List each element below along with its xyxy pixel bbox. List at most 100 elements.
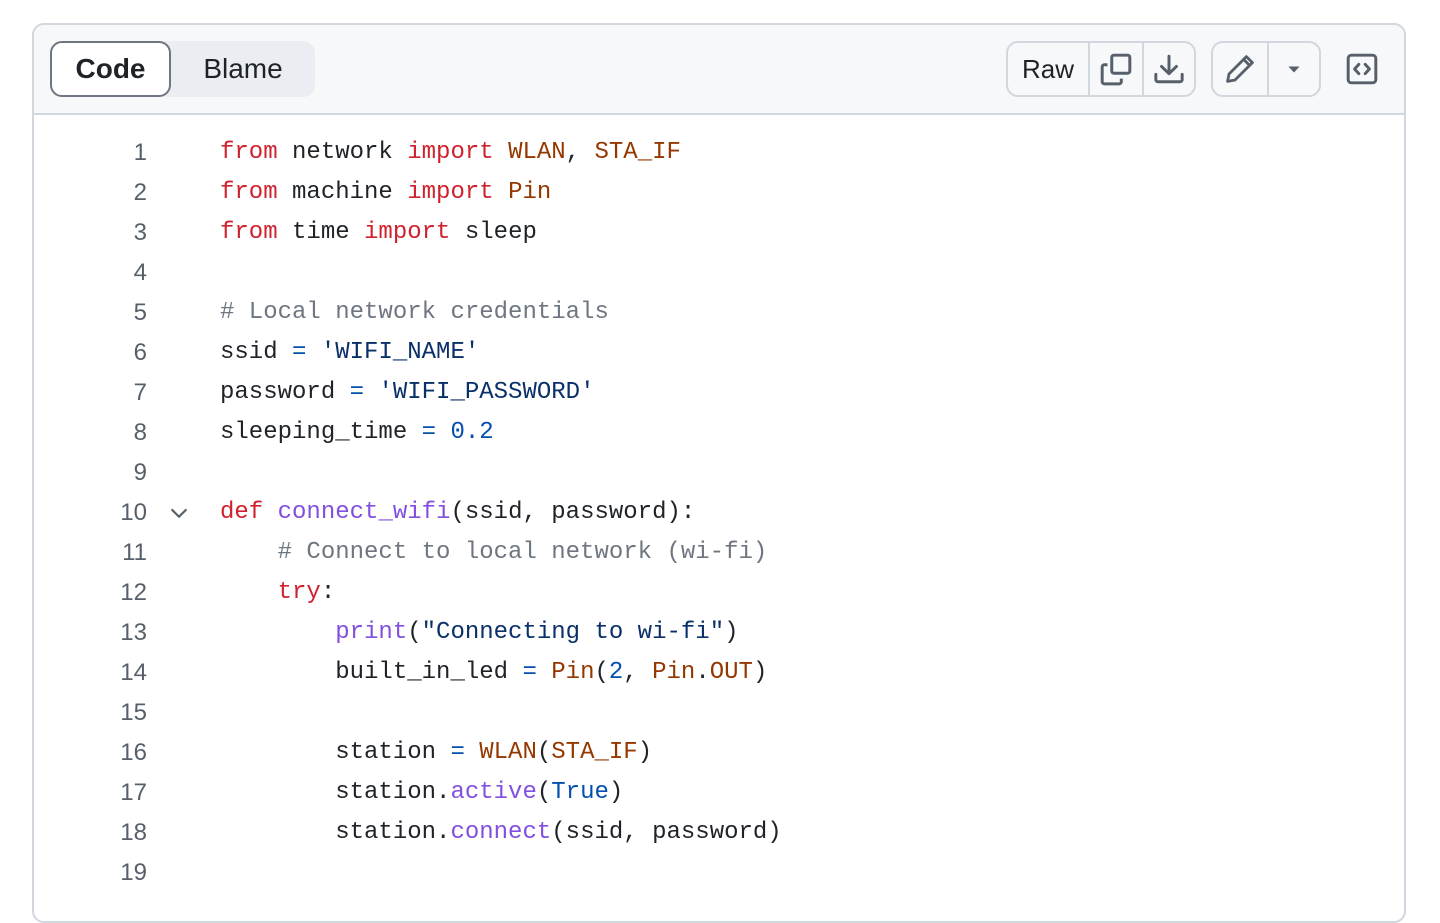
line-number[interactable]: 10 — [34, 493, 147, 533]
code-token: : — [320, 579, 336, 606]
line-number[interactable]: 6 — [34, 333, 147, 373]
code-token: 'WIFI_PASSWORD' — [378, 379, 595, 406]
tab-blame[interactable]: Blame — [171, 41, 315, 97]
line-number[interactable]: 18 — [34, 813, 147, 853]
code-token: , — [623, 659, 653, 686]
line-number[interactable]: 4 — [34, 253, 147, 293]
line-number[interactable]: 2 — [34, 173, 147, 213]
line-number[interactable]: 5 — [34, 293, 147, 333]
code-token: 0.2 — [450, 419, 494, 446]
code-token: = — [522, 659, 537, 686]
code-token: time — [277, 219, 365, 246]
line-number[interactable]: 19 — [34, 853, 147, 893]
code-token: STA_IF — [551, 739, 638, 766]
code-token: 2 — [608, 659, 624, 686]
code-line: 9 — [34, 453, 1404, 493]
code-line: 6 ssid = 'WIFI_NAME' — [34, 333, 1404, 373]
code-token: password — [220, 379, 350, 406]
code-line: 18 station.connect(ssid, password) — [34, 813, 1404, 853]
code-line: 10 def connect_wifi(ssid, password): — [34, 493, 1404, 533]
code-token: ) — [752, 659, 768, 686]
line-number[interactable]: 12 — [34, 573, 147, 613]
line-number[interactable]: 8 — [34, 413, 147, 453]
chevron-down-icon[interactable] — [167, 501, 191, 525]
code-token: import — [407, 139, 494, 166]
line-number[interactable]: 3 — [34, 213, 147, 253]
edit-button[interactable] — [1213, 43, 1267, 95]
code-token: = — [421, 419, 437, 446]
code-line: 2 from machine import Pin — [34, 173, 1404, 213]
code-token: ) — [608, 779, 624, 806]
code-token: connect_wifi — [277, 499, 451, 526]
line-number[interactable]: 15 — [34, 693, 147, 733]
code-text: # Local network credentials — [220, 293, 609, 333]
line-number[interactable]: 14 — [34, 653, 147, 693]
code-line: 1 from network import WLAN, STA_IF — [34, 133, 1404, 173]
code-token: "Connecting to wi-fi" — [421, 619, 725, 646]
tab-code[interactable]: Code — [50, 41, 171, 97]
symbols-panel-button[interactable] — [1336, 41, 1388, 97]
line-number[interactable]: 17 — [34, 773, 147, 813]
code-token: ( — [536, 739, 552, 766]
triangle-down-icon — [1284, 59, 1304, 79]
line-number[interactable]: 1 — [34, 133, 147, 173]
code-line: 5 # Local network credentials — [34, 293, 1404, 333]
code-token: network — [277, 139, 408, 166]
line-number[interactable]: 9 — [34, 453, 147, 493]
code-line: 3 from time import sleep — [34, 213, 1404, 253]
code-line: 14 built_in_led = Pin(2, Pin.OUT) — [34, 653, 1404, 693]
code-token: ( — [407, 619, 422, 646]
file-actions-group: Raw — [1006, 41, 1196, 97]
code-line: 15 — [34, 693, 1404, 733]
code-token: True — [551, 779, 609, 806]
line-number[interactable]: 11 — [34, 533, 147, 573]
edit-dropdown-button[interactable] — [1267, 43, 1319, 95]
code-text: from machine import Pin — [220, 173, 551, 213]
code-text: built_in_led = Pin(2, Pin.OUT) — [220, 653, 767, 693]
download-button[interactable] — [1142, 43, 1194, 95]
code-token: print — [335, 619, 408, 646]
code-line: 12 try: — [34, 573, 1404, 613]
code-token: station — [220, 739, 451, 766]
code-line: 13 print("Connecting to wi-fi") — [34, 613, 1404, 653]
pencil-icon — [1224, 53, 1256, 85]
code-token: Pin — [508, 179, 552, 206]
code-text: from time import sleep — [220, 213, 537, 253]
code-token: station. — [220, 819, 451, 846]
code-token: WLAN — [479, 739, 537, 766]
code-line: 17 station.active(True) — [34, 773, 1404, 813]
code-token: try — [277, 579, 321, 606]
code-token: from — [220, 139, 278, 166]
code-token: Pin — [551, 659, 595, 686]
code-token: from — [220, 179, 278, 206]
download-icon — [1152, 52, 1186, 86]
code-token: # Local network credentials — [220, 299, 609, 326]
raw-button[interactable]: Raw — [1008, 43, 1088, 95]
code-token: ssid — [220, 339, 293, 366]
code-token: # Connect to local network (wi-fi) — [277, 539, 768, 566]
code-line: 4 — [34, 253, 1404, 293]
edit-actions-group — [1211, 41, 1321, 97]
code-token: OUT — [709, 659, 753, 686]
code-text: ssid = 'WIFI_NAME' — [220, 333, 479, 373]
code-token: ) — [724, 619, 739, 646]
code-token: station. — [220, 779, 451, 806]
code-token: def — [220, 499, 264, 526]
line-number[interactable]: 16 — [34, 733, 147, 773]
code-token: (ssid, password) — [551, 819, 782, 846]
code-token: Pin — [652, 659, 696, 686]
copy-button[interactable] — [1088, 43, 1142, 95]
code-token: import — [364, 219, 451, 246]
code-token: from — [220, 219, 278, 246]
line-number[interactable]: 13 — [34, 613, 147, 653]
code-text: def connect_wifi(ssid, password): — [220, 493, 695, 533]
code-text: from network import WLAN, STA_IF — [220, 133, 681, 173]
line-number[interactable]: 7 — [34, 373, 147, 413]
